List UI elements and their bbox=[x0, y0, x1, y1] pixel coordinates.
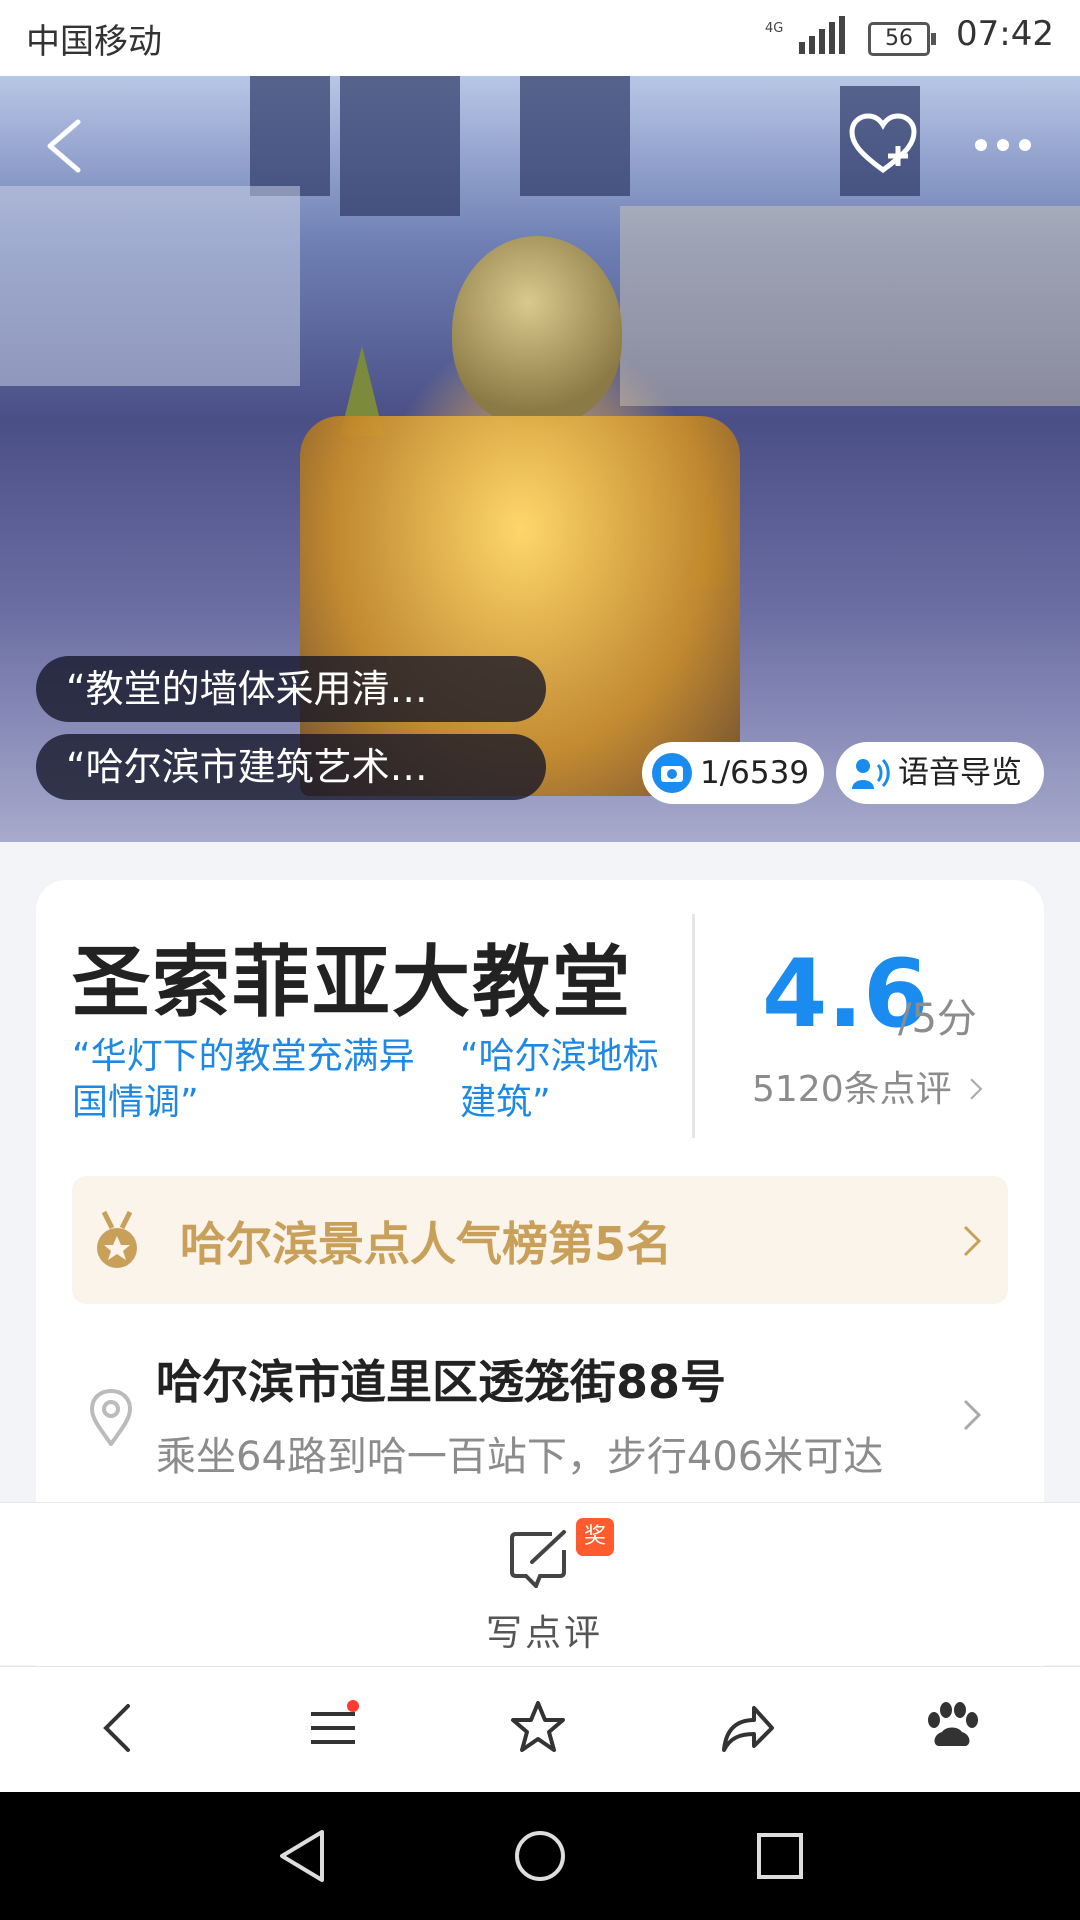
review-count-link[interactable]: 5120条点评 bbox=[752, 1060, 983, 1112]
tag-line: “哈尔滨地标 bbox=[460, 1036, 659, 1077]
nav-recents-icon[interactable] bbox=[752, 1826, 808, 1886]
write-review-label[interactable]: 写点评 bbox=[486, 1604, 603, 1656]
system-navigation-bar bbox=[0, 1792, 1080, 1920]
menu-icon[interactable] bbox=[303, 1698, 363, 1758]
chevron-right-icon bbox=[970, 1078, 983, 1100]
award-badge: 奖 bbox=[576, 1518, 614, 1556]
chevron-right-icon bbox=[963, 1225, 982, 1257]
audio-guide-icon bbox=[852, 758, 890, 789]
photo-counter-button[interactable]: 1/6539 bbox=[642, 742, 824, 804]
camera-icon bbox=[652, 753, 692, 793]
divider bbox=[692, 914, 695, 1138]
star-icon[interactable] bbox=[508, 1698, 568, 1758]
hero-quote[interactable]: “哈尔滨市建筑艺术… bbox=[36, 734, 546, 800]
signal-icon: 4G bbox=[765, 16, 845, 54]
carrier-name: 中国移动 bbox=[26, 22, 162, 62]
address[interactable]: 哈尔滨市道里区透笼街88号 bbox=[156, 1346, 726, 1412]
battery-indicator: 56 bbox=[868, 22, 936, 56]
hero-quote[interactable]: “教堂的墙体采用清… bbox=[36, 656, 546, 722]
network-type: 4G bbox=[765, 21, 783, 36]
favorite-add-icon[interactable] bbox=[848, 112, 918, 178]
review-count: 5120条点评 bbox=[752, 1069, 952, 1110]
audio-guide-button[interactable]: 语音导览 bbox=[836, 742, 1044, 804]
attraction-name: 圣索菲亚大教堂 bbox=[72, 938, 633, 1028]
tag-line: 国情调” bbox=[72, 1082, 199, 1123]
route-info: 乘坐64路到哈一百站下，步行406米可达 bbox=[156, 1434, 884, 1480]
baidu-paw-icon[interactable] bbox=[922, 1698, 982, 1758]
chevron-right-icon[interactable] bbox=[962, 1398, 982, 1432]
location-pin-icon bbox=[89, 1388, 133, 1446]
more-icon[interactable] bbox=[975, 136, 1041, 155]
status-bar: 中国移动 4G 56 07:42 bbox=[0, 0, 1080, 76]
highlight-tag[interactable]: “华灯下的教堂充满异 国情调” bbox=[72, 1034, 415, 1126]
medal-icon bbox=[97, 1210, 137, 1268]
clock: 07:42 bbox=[956, 14, 1054, 54]
back-icon[interactable] bbox=[90, 1698, 150, 1758]
back-icon[interactable] bbox=[40, 116, 86, 176]
write-review-icon[interactable] bbox=[508, 1528, 572, 1588]
rating-unit: /5分 bbox=[898, 996, 977, 1042]
tag-line: “华灯下的教堂充满异 bbox=[72, 1036, 415, 1077]
nav-home-icon[interactable] bbox=[512, 1826, 568, 1886]
highlight-tag[interactable]: “哈尔滨地标 建筑” bbox=[460, 1034, 659, 1126]
audio-guide-label: 语音导览 bbox=[898, 755, 1022, 791]
photo-counter: 1/6539 bbox=[700, 755, 810, 791]
share-icon[interactable] bbox=[716, 1698, 776, 1758]
ranking-text: 哈尔滨景点人气榜第5名 bbox=[180, 1217, 673, 1271]
hero-photo[interactable] bbox=[0, 76, 1080, 842]
nav-back-icon[interactable] bbox=[274, 1826, 330, 1886]
tag-line: 建筑” bbox=[460, 1082, 551, 1123]
